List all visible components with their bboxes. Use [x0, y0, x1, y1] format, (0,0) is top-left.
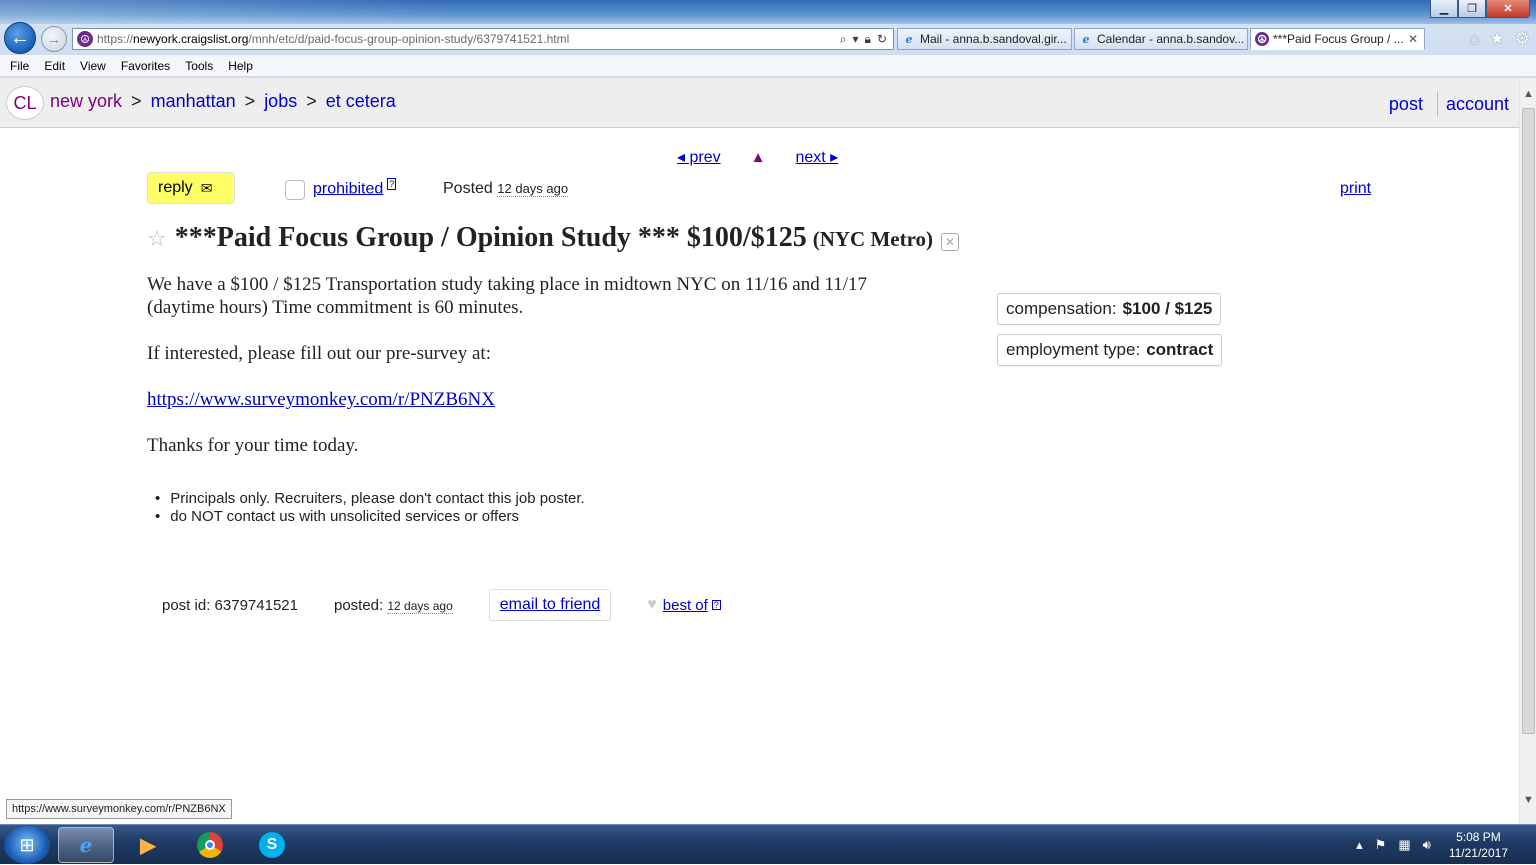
taskbar-media-player-icon[interactable]: ▶ [120, 827, 176, 863]
windows-taskbar: ⊞ e ▶ S ▴ ⚑ ▦ 🔊︎ 5:08 PM 11/21/2017 [0, 824, 1536, 864]
print-link[interactable]: print [1340, 180, 1371, 198]
menu-help[interactable]: Help [228, 59, 253, 73]
taskbar-chrome-icon[interactable] [182, 827, 238, 863]
tab-craigslist[interactable]: ☮ ***Paid Focus Group / ... ✕ [1250, 28, 1425, 50]
posting-location: (NYC Metro) [812, 227, 934, 251]
tray-expand-icon[interactable]: ▴ [1356, 837, 1363, 853]
posting-body: We have a $100 / $125 Transportation stu… [147, 273, 927, 480]
address-url[interactable]: https://newyork.craigslist.org/mnh/etc/d… [97, 32, 840, 46]
peace-icon: ☮ [1255, 32, 1269, 46]
best-of-link[interactable]: best of [663, 597, 708, 614]
breadcrumb: new york > manhattan > jobs > et cetera [50, 91, 396, 111]
menu-tools[interactable]: Tools [185, 59, 213, 73]
post-id: post id: 6379741521 [162, 596, 298, 614]
menu-bar: File Edit View Favorites Tools Help [0, 55, 1536, 77]
breadcrumb-manhattan[interactable]: manhattan [151, 91, 236, 111]
up-arrow-icon[interactable]: ▲ [751, 149, 766, 166]
forward-button[interactable]: → [41, 26, 67, 52]
volume-icon[interactable]: 🔊︎ [1423, 837, 1431, 853]
window-controls: ▁ ❐ ✕ [1430, 0, 1530, 18]
menu-file[interactable]: File [10, 59, 29, 73]
taskbar-skype-icon[interactable]: S [244, 827, 300, 863]
reply-button[interactable]: reply ✉ [147, 172, 235, 204]
prohibited-link[interactable]: prohibited [313, 180, 383, 197]
title-bar [0, 0, 1536, 24]
lock-icon[interactable]: 🔒︎ [865, 32, 871, 47]
post-link[interactable]: post [1389, 94, 1423, 115]
compensation-attribute: compensation: $100 / $125 [997, 293, 1222, 325]
settings-gear-icon[interactable]: ⚙ [1515, 29, 1530, 49]
favorites-star-icon[interactable]: ★ [1490, 29, 1505, 49]
vertical-scrollbar[interactable]: ▲ ▼ [1519, 78, 1536, 824]
status-bar-url: https://www.surveymonkey.com/r/PNZB6NX [6, 799, 232, 819]
posted-date: Posted 12 days ago [443, 180, 569, 197]
close-tab-icon[interactable]: ✕ [1408, 32, 1418, 46]
site-header: CL new york > manhattan > jobs > et cete… [0, 78, 1519, 128]
menu-edit[interactable]: Edit [44, 59, 65, 73]
posting-navigation: ◂ prev ▲ next ▸ [677, 147, 838, 167]
scroll-thumb[interactable] [1522, 108, 1535, 734]
back-button[interactable]: ← [4, 22, 36, 54]
envelope-icon: ✉ [200, 179, 213, 196]
hide-posting-icon[interactable]: ✕ [941, 233, 960, 251]
dropdown-icon[interactable]: ▾ [853, 32, 859, 47]
help-icon[interactable]: ? [711, 600, 721, 610]
email-to-friend-button[interactable]: email to friend [488, 589, 612, 621]
header-divider [1436, 91, 1438, 117]
survey-link[interactable]: https://www.surveymonkey.com/r/PNZB6NX [147, 389, 495, 410]
network-icon[interactable]: ▦ [1398, 837, 1410, 853]
minimize-button[interactable]: ▁ [1430, 0, 1458, 18]
heart-icon[interactable]: ♥ [647, 596, 657, 614]
body-paragraph: If interested, please fill out our pre-s… [147, 343, 491, 364]
scroll-down-arrow-icon[interactable]: ▼ [1520, 794, 1536, 810]
employment-type-attribute: employment type: contract [997, 334, 1223, 366]
maximize-button[interactable]: ❐ [1458, 0, 1486, 18]
posted-ago: 12 days ago [497, 181, 569, 197]
posted-footer: posted: 12 days ago [333, 596, 453, 614]
address-bar[interactable]: ☮ https://newyork.craigslist.org/mnh/etc… [72, 28, 894, 50]
tab-calendar[interactable]: e Calendar - anna.b.sandov... [1074, 28, 1248, 50]
prohibited-checkbox[interactable] [285, 180, 305, 200]
ie-icon: e [1082, 32, 1090, 46]
account-link[interactable]: account [1446, 94, 1509, 115]
prev-link[interactable]: ◂ prev [677, 147, 721, 167]
notice-item: do NOT contact us with unsolicited servi… [155, 508, 585, 526]
site-favicon-icon: ☮ [77, 31, 93, 47]
clock[interactable]: 5:08 PM 11/21/2017 [1449, 829, 1508, 861]
system-tray: ▴ ⚑ ▦ 🔊︎ 5:08 PM 11/21/2017 [1356, 825, 1528, 865]
breadcrumb-et-cetera[interactable]: et cetera [326, 91, 396, 111]
action-center-flag-icon[interactable]: ⚑ [1375, 837, 1387, 853]
menu-favorites[interactable]: Favorites [121, 59, 170, 73]
scroll-up-arrow-icon[interactable]: ▲ [1520, 88, 1536, 104]
menu-view[interactable]: View [80, 59, 106, 73]
taskbar-ie-icon[interactable]: e [58, 827, 114, 863]
browser-chrome: ▁ ❐ ✕ ← → ☮ https://newyork.craigslist.o… [0, 0, 1536, 78]
posting-title-text: ***Paid Focus Group / Opinion Study *** … [174, 222, 807, 253]
favorite-star-icon[interactable]: ☆ [147, 227, 167, 252]
body-paragraph: We have a $100 / $125 Transportation stu… [147, 274, 868, 318]
start-button[interactable]: ⊞ [4, 826, 50, 864]
breadcrumb-new-york[interactable]: new york [50, 91, 122, 111]
tab-mail[interactable]: e Mail - anna.b.sandoval.gir... [897, 28, 1072, 50]
posting-notices: Principals only. Recruiters, please don'… [155, 490, 585, 526]
help-icon[interactable]: ? [387, 178, 397, 190]
posting-footer: post id: 6379741521 posted: 12 days ago … [162, 588, 721, 622]
body-paragraph: Thanks for your time today. [147, 435, 359, 456]
refresh-icon[interactable]: ↻ [877, 32, 887, 47]
notice-item: Principals only. Recruiters, please don'… [155, 490, 584, 508]
close-window-button[interactable]: ✕ [1486, 0, 1530, 18]
breadcrumb-jobs[interactable]: jobs [264, 91, 297, 111]
posting-title: ☆ ***Paid Focus Group / Opinion Study **… [147, 222, 960, 254]
home-icon[interactable]: ⌂ [1469, 29, 1479, 49]
craigslist-logo[interactable]: CL [6, 86, 44, 120]
search-icon[interactable]: ⌕ [840, 32, 847, 47]
next-link[interactable]: next ▸ [795, 147, 838, 167]
ie-icon: e [905, 32, 913, 46]
